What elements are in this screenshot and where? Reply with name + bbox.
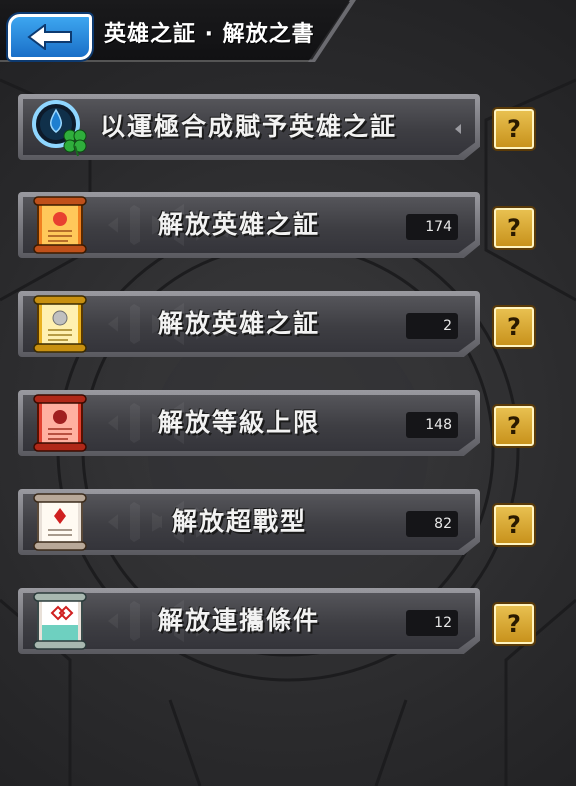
scroll-orange-icon [33,196,87,254]
menu-row-super-battle[interactable]: 解放超戰型 82 [18,489,480,555]
count-badge: 82 [406,511,458,537]
row-label: 解放等級上限 [158,408,321,437]
count-badge: 174 [406,214,458,240]
help-button-level-cap[interactable]: ? [494,406,534,446]
luck-clover-icon [32,100,87,157]
page-title: 英雄之証 · 解放之書 [104,22,315,47]
menu-row-hero-proof-2[interactable]: 解放英雄之証 2 [18,291,480,357]
menu-row-link-condition[interactable]: 解放連攜條件 12 [18,588,480,654]
menu-row-hero-proof-1[interactable]: 解放英雄之証 174 [18,192,480,258]
help-button-hero-proof-2[interactable]: ? [494,307,534,347]
help-button-luck-synthesis[interactable]: ? [494,109,534,149]
help-button-link-condition[interactable]: ? [494,604,534,644]
menu-row-level-cap[interactable]: 解放等級上限 148 [18,390,480,456]
caret-left-icon [455,124,461,134]
row-label: 以運極合成賦予英雄之証 [100,112,398,141]
scroll-gold-icon [33,295,87,353]
header-bar: 英雄之証 · 解放之書 [0,0,360,62]
help-button-hero-proof-1[interactable]: ? [494,208,534,248]
row-label: 解放英雄之証 [158,210,321,239]
count-badge: 12 [406,610,458,636]
count-badge: 2 [406,313,458,339]
count-badge: 148 [406,412,458,438]
back-arrow-icon [27,24,72,50]
row-label: 解放超戰型 [172,507,308,536]
scroll-teal-icon [33,592,87,650]
help-button-super-battle[interactable]: ? [494,505,534,545]
scroll-red-icon [33,394,87,452]
scroll-white-icon [33,493,87,551]
row-label: 解放連攜條件 [158,606,321,635]
back-button[interactable] [8,14,92,60]
row-label: 解放英雄之証 [158,309,321,338]
menu-row-luck-synthesis[interactable]: 以運極合成賦予英雄之証 [18,94,480,160]
